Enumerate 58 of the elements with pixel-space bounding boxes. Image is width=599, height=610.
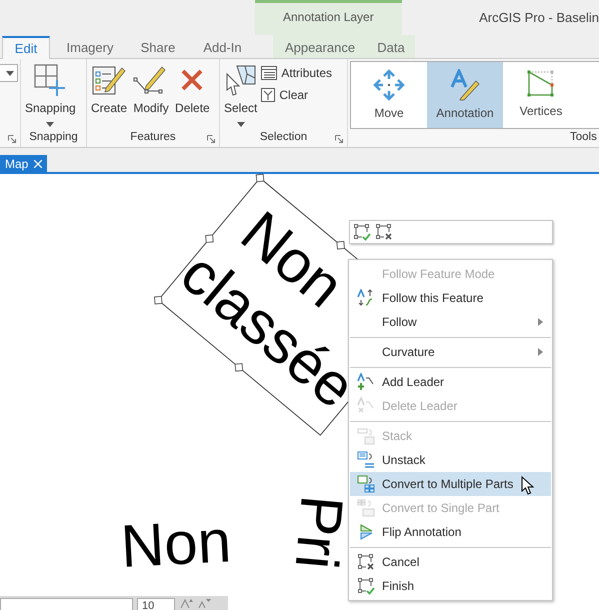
ribbon-button[interactable]: Snapping <box>23 62 78 129</box>
add-leader-icon <box>357 373 375 391</box>
vertices-icon <box>526 69 556 99</box>
ribbon-tab[interactable]: Appearance <box>273 35 367 58</box>
select-arrow-icon <box>224 64 257 96</box>
grid-plus-icon <box>33 63 68 97</box>
contextual-tab-group-label: Annotation Layer <box>282 9 374 24</box>
caret-icon <box>236 122 245 127</box>
dialog-launcher-icon[interactable] <box>8 135 16 143</box>
delete-leader-icon <box>357 397 375 415</box>
window-title: ArcGIS Pro - Baselin <box>479 10 599 25</box>
close-icon[interactable] <box>34 160 42 168</box>
caret-icon <box>46 122 54 127</box>
ribbon-button[interactable]: Select <box>222 62 260 129</box>
ribbon-tab[interactable]: Edit <box>2 36 50 59</box>
submenu-arrow-icon <box>538 348 543 356</box>
menu-item[interactable]: Convert to Multiple Parts <box>350 472 551 496</box>
group-label: Selection <box>260 130 308 146</box>
cancel-frame-icon[interactable] <box>376 224 393 240</box>
font-size-field[interactable]: 10 <box>137 598 175 610</box>
font-field[interactable] <box>0 598 133 610</box>
finish-frame-icon[interactable] <box>358 578 374 594</box>
cancel-frame-icon[interactable] <box>358 554 374 570</box>
pencil-icon <box>449 69 481 101</box>
ribbon-button[interactable]: Delete <box>173 62 212 129</box>
caret-icon <box>6 70 14 76</box>
delete-icon <box>180 68 204 92</box>
dialog-launcher-icon[interactable] <box>207 135 215 143</box>
submenu-arrow-icon <box>538 318 543 326</box>
group-label: Snapping <box>29 130 78 146</box>
ribbon-tab[interactable]: Imagery <box>50 35 130 58</box>
finish-frame-icon[interactable] <box>354 224 371 240</box>
unstack-icon <box>357 451 375 469</box>
grow-font-icon[interactable] <box>179 598 193 608</box>
form-pencil-icon <box>92 64 126 96</box>
group-label: Features <box>130 130 176 146</box>
group-label: Tools <box>570 130 597 146</box>
ribbon-button[interactable]: Create <box>89 62 130 129</box>
ribbon-small-button[interactable]: Attributes <box>261 64 332 82</box>
dialog-launcher-icon[interactable] <box>335 135 343 143</box>
convert-single-icon <box>357 499 375 517</box>
map-annotation-text[interactable]: Non <box>119 507 233 580</box>
combo-box[interactable] <box>0 64 18 82</box>
clear-selection-icon <box>261 88 276 102</box>
shrink-font-icon[interactable] <box>197 598 211 608</box>
convert-parts-icon <box>357 475 375 493</box>
stack-icon <box>357 427 375 445</box>
ribbon-tab[interactable]: Share <box>130 35 186 58</box>
ribbon-tab[interactable]: Add-In <box>186 35 259 58</box>
ribbon-tab[interactable]: Data <box>367 35 415 58</box>
gallery-tool-button[interactable]: Annotation <box>427 62 503 128</box>
ribbon-small-button[interactable]: Clear <box>261 86 332 104</box>
map-view-tab[interactable]: Map <box>0 155 48 172</box>
ribbon-button[interactable]: Modify <box>131 62 172 129</box>
follow-feature-icon <box>357 289 375 307</box>
move-arrows-icon <box>373 69 405 101</box>
mouse-pointer-icon <box>521 476 534 495</box>
table-icon <box>261 66 278 80</box>
